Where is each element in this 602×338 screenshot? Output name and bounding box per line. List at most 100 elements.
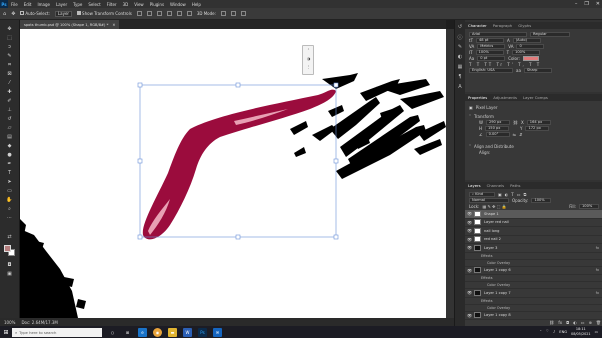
width-field[interactable]: 290 px xyxy=(485,119,510,125)
align-bottom-icon[interactable] xyxy=(186,11,192,16)
text-color-swatch[interactable] xyxy=(522,55,539,61)
visibility-eye-icon[interactable]: 👁 xyxy=(467,290,472,295)
layer-name[interactable]: Layer red nail xyxy=(484,220,509,224)
filter-type-icon[interactable]: T xyxy=(511,192,513,197)
vertical-scale-field[interactable]: 100% xyxy=(475,49,504,55)
delete-layer-icon[interactable]: 🗑 xyxy=(596,320,601,325)
tracking-field[interactable]: 0 xyxy=(516,43,545,49)
edge-browser-icon[interactable]: e xyxy=(138,327,147,337)
volume-icon[interactable]: ♪ xyxy=(553,330,555,334)
new-layer-icon[interactable]: ⊕ xyxy=(589,320,592,325)
baseline-shift-field[interactable]: 0 pt xyxy=(477,55,506,61)
fx-icon[interactable]: fx xyxy=(596,246,599,250)
add-style-icon[interactable]: fx xyxy=(558,320,562,325)
task-switch-icon[interactable]: ⊞ xyxy=(123,328,132,337)
lock-icons[interactable]: ▦ ✎ ✥ ⬚ 🔒 xyxy=(482,204,506,209)
visibility-eye-icon[interactable]: 👁 xyxy=(467,245,472,250)
font-family-select[interactable]: Arial xyxy=(469,31,527,37)
healing-brush-tool-icon[interactable]: ✚ xyxy=(6,89,13,95)
show-transform-controls-checkbox[interactable]: Show Transform Controls xyxy=(77,11,132,16)
network-icon[interactable]: ⌔ xyxy=(546,329,549,334)
type-tool-icon[interactable]: T xyxy=(6,170,13,176)
filter-adjustment-icon[interactable]: ◐ xyxy=(505,192,509,197)
layer-name[interactable]: Layer 1 copy 7 xyxy=(484,291,511,295)
tray-chevron-icon[interactable]: ˄ xyxy=(540,330,542,334)
shape-tool-icon[interactable]: ▭ xyxy=(6,188,13,194)
paragraph-icon[interactable]: ¶ xyxy=(457,74,463,80)
vertical-scrollbar[interactable] xyxy=(446,29,454,318)
layer-row-red-nail[interactable]: 👁 Layer red nail xyxy=(465,219,602,227)
word-icon[interactable]: W xyxy=(183,327,192,337)
swatches-icon[interactable]: ▦ xyxy=(457,64,463,70)
angle-field[interactable]: 0.00° xyxy=(485,131,510,137)
layer-name[interactable]: Layer 1 copy 6 xyxy=(484,268,511,272)
tab-adjustments[interactable]: Adjustments xyxy=(493,95,517,100)
contextual-task-bar[interactable]: ˄ ◑ ⋮ xyxy=(302,45,314,75)
visibility-eye-icon[interactable]: 👁 xyxy=(467,211,472,216)
tab-character[interactable]: Character xyxy=(468,23,487,28)
opacity-field[interactable]: 100% xyxy=(531,197,552,203)
menu-filter[interactable]: Filter xyxy=(104,2,120,7)
kerning-field[interactable]: Metrics xyxy=(477,43,506,49)
menu-view[interactable]: View xyxy=(131,2,147,7)
menu-file[interactable]: File xyxy=(8,2,21,7)
align-middle-icon[interactable] xyxy=(176,11,182,16)
tab-properties[interactable]: Properties xyxy=(468,95,487,100)
tab-channels[interactable]: Channels xyxy=(487,183,505,188)
layer-row-nail-long[interactable]: 👁 nail long xyxy=(465,227,602,236)
foreground-color-swatch[interactable] xyxy=(4,245,11,252)
history-icon[interactable]: ↺ xyxy=(457,24,463,30)
taskbar-search[interactable]: ⌕ Type here to search xyxy=(12,327,102,337)
layer-name[interactable]: Layer 3 xyxy=(484,246,497,250)
layer-row-red-nail-2[interactable]: 👁 red nail 2 xyxy=(465,236,602,244)
filter-shape-icon[interactable]: ▭ xyxy=(517,192,521,197)
color-icon[interactable]: ◐ xyxy=(457,54,463,60)
roll-3d-icon[interactable] xyxy=(230,11,236,16)
fx-icon[interactable]: fx xyxy=(596,291,599,295)
marquee-tool-icon[interactable]: ⬚ xyxy=(6,35,13,41)
gradient-tool-icon[interactable]: ▤ xyxy=(6,134,13,140)
tab-layers[interactable]: Layers xyxy=(468,183,481,188)
layer-name[interactable]: Layer 1 copy 8 xyxy=(484,313,511,317)
menu-type[interactable]: Type xyxy=(70,2,85,7)
align-top-icon[interactable] xyxy=(166,11,172,16)
photoshop-taskbar-icon[interactable]: Ps xyxy=(198,327,207,337)
orbit-3d-icon[interactable] xyxy=(220,11,226,16)
menu-plugins[interactable]: Plugins xyxy=(147,2,167,7)
minimize-button[interactable]: – xyxy=(575,1,578,7)
menu-help[interactable]: Help xyxy=(189,2,204,7)
layer-name[interactable]: nail long xyxy=(484,229,499,233)
warp-icon[interactable]: ◑ xyxy=(306,56,311,61)
flip-horizontal-icon[interactable]: ⇋ xyxy=(513,132,516,137)
document-tab[interactable]: spots thumb.psd @ 100% (Shape 1, RGB/8#)… xyxy=(20,20,120,29)
filter-smart-object-icon[interactable]: ⧉ xyxy=(524,192,527,197)
swap-colors-icon[interactable]: ⇄ xyxy=(6,234,13,240)
more-options-icon[interactable]: ⋮ xyxy=(306,64,311,69)
x-field[interactable]: 164 px xyxy=(526,119,551,125)
font-style-select[interactable]: Regular xyxy=(530,31,570,37)
visibility-eye-icon[interactable]: 👁 xyxy=(467,220,472,225)
chrome-browser-icon[interactable]: ◉ xyxy=(153,327,162,337)
mail-icon[interactable]: ✉ xyxy=(213,327,222,337)
effects-row[interactable]: Effects xyxy=(465,298,602,305)
fx-icon[interactable]: fx xyxy=(596,268,599,272)
layer-row-copy-6[interactable]: 👁 Layer 1 copy 6 fx xyxy=(465,267,602,275)
brush-tool-icon[interactable]: ✐ xyxy=(6,98,13,104)
link-layers-icon[interactable]: ⛓ xyxy=(549,320,554,325)
history-brush-tool-icon[interactable]: ↺ xyxy=(6,116,13,122)
auto-select-dropdown[interactable]: Layer xyxy=(54,10,73,17)
align-left-icon[interactable] xyxy=(136,11,142,16)
language-indicator[interactable]: ENG xyxy=(559,330,567,334)
hand-tool-icon[interactable]: ✋ xyxy=(6,197,13,203)
tab-layer-comps[interactable]: Layer Comps xyxy=(523,95,548,100)
antialias-select[interactable]: Sharp xyxy=(523,67,552,73)
effects-row[interactable]: Effects xyxy=(465,275,602,282)
align-right-icon[interactable] xyxy=(156,11,162,16)
menu-edit[interactable]: Edit xyxy=(21,2,35,7)
clock[interactable]: 18:11 08/05/2021 xyxy=(571,327,591,336)
notifications-icon[interactable]: ▭ xyxy=(595,330,598,334)
fill-field[interactable]: 100% xyxy=(579,203,599,209)
chevron-down-icon[interactable]: ˅ xyxy=(469,144,471,149)
y-field[interactable]: 172 px xyxy=(525,125,550,131)
document-canvas[interactable] xyxy=(20,29,446,318)
